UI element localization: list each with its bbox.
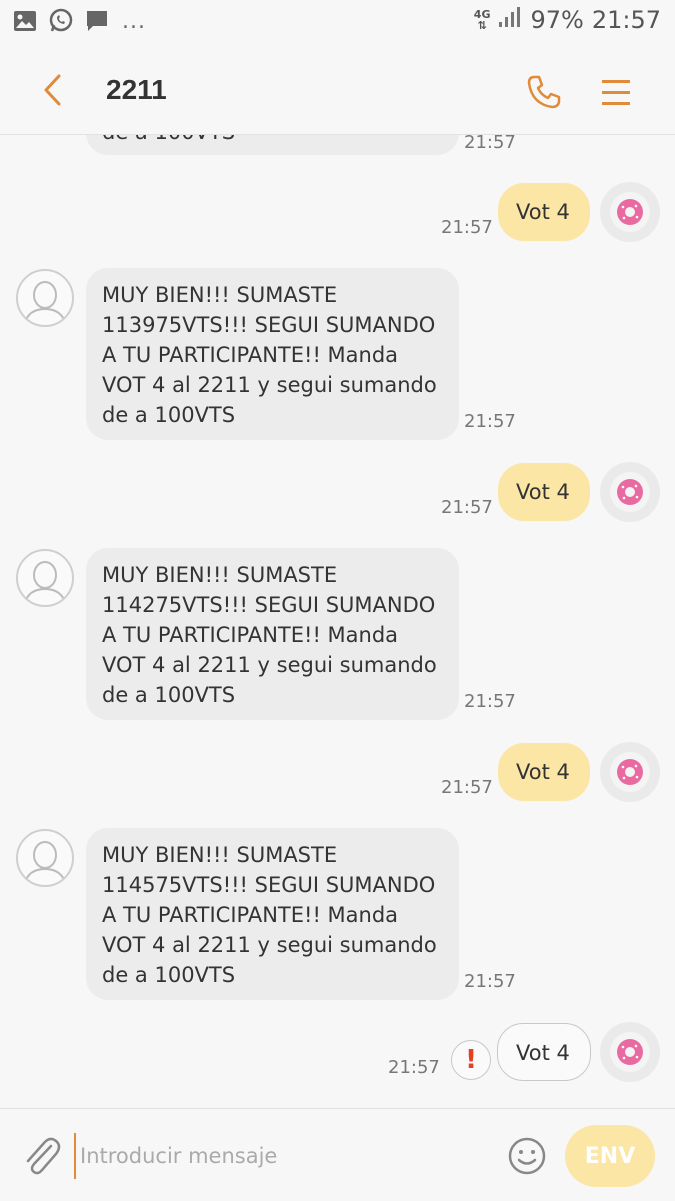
outgoing-message-bubble[interactable]: Vot 4 (498, 463, 590, 521)
donut-icon (610, 472, 650, 512)
message-line: VOT 4 al 2211 y segui sumando (102, 653, 437, 677)
paperclip-icon (26, 1137, 61, 1175)
message-time: 21:57 (464, 411, 516, 432)
message-line: 113975VTS!!! SEGUI SUMANDO (102, 313, 436, 337)
message-line: MUY BIEN!!! SUMASTE (102, 563, 338, 587)
emoji-button[interactable] (504, 1133, 550, 1179)
message-time: 21:57 (464, 971, 516, 992)
message-time: 21:57 (464, 691, 516, 712)
message-line: MUY BIEN!!! SUMASTE (102, 283, 338, 307)
message-icon (84, 8, 110, 34)
message-time: 21:57 (388, 1057, 440, 1078)
contact-avatar[interactable] (16, 269, 74, 327)
outgoing-message-bubble[interactable]: Vot 4 (498, 743, 590, 801)
clock: 21:57 (591, 6, 661, 34)
incoming-message-bubble[interactable]: MUY BIEN!!! SUMASTE 114575VTS!!! SEGUI S… (86, 828, 459, 1000)
call-button[interactable] (520, 68, 568, 116)
data-arrows-icon: ⇅ (477, 19, 487, 32)
message-text: Vot 4 (516, 760, 570, 784)
outgoing-message-bubble[interactable]: Vot 4 (498, 183, 590, 241)
person-icon (23, 281, 67, 325)
message-input[interactable] (74, 1133, 490, 1179)
message-time: 21:57 (464, 135, 516, 153)
message-line: MUY BIEN!!! SUMASTE (102, 843, 338, 867)
status-right: 4G ⇅ 97% 21:57 (474, 6, 661, 34)
message-line: VOT 4 al 2211 y segui sumando (102, 373, 437, 397)
outgoing-message-bubble[interactable]: Vot 4 (497, 1023, 591, 1081)
signal-icon (498, 6, 522, 34)
self-avatar (600, 462, 660, 522)
message-time: 21:57 (441, 777, 493, 798)
notification-icons: ... (12, 8, 146, 34)
status-bar: ... 4G ⇅ 97% 21:57 (0, 0, 675, 48)
donut-icon (610, 752, 650, 792)
message-line: 114575VTS!!! SEGUI SUMANDO (102, 873, 436, 897)
menu-button[interactable] (592, 68, 640, 116)
message-line: A TU PARTICIPANTE!! Manda (102, 903, 399, 927)
send-button[interactable]: ENV (565, 1125, 655, 1187)
message-line: de a 100VTS (102, 403, 236, 427)
message-line: 114275VTS!!! SEGUI SUMANDO (102, 593, 436, 617)
message-text: Vot 4 (516, 480, 570, 504)
contact-title: 2211 (106, 74, 167, 105)
phone-icon (527, 75, 561, 109)
message-time: 21:57 (441, 217, 493, 238)
network-indicator: 4G ⇅ (474, 9, 491, 31)
donut-icon (610, 1032, 650, 1072)
message-text: de a 100VTS (102, 135, 443, 147)
self-avatar (600, 742, 660, 802)
message-text: Vot 4 (516, 200, 570, 224)
message-line: A TU PARTICIPANTE!! Manda (102, 343, 399, 367)
smiley-icon (508, 1137, 546, 1175)
person-icon (23, 561, 67, 605)
notification-overflow: ... (122, 8, 146, 34)
contact-avatar[interactable] (16, 549, 74, 607)
message-list[interactable]: de a 100VTS 21:57 21:57 Vot 4 MUY BIEN!!… (0, 135, 675, 1108)
menu-icon (602, 80, 630, 105)
incoming-message-bubble[interactable]: MUY BIEN!!! SUMASTE 114275VTS!!! SEGUI S… (86, 548, 459, 720)
message-line: VOT 4 al 2211 y segui sumando (102, 933, 437, 957)
back-button[interactable] (30, 68, 74, 112)
conversation-header: 2211 (0, 48, 675, 135)
donut-icon (610, 192, 650, 232)
attach-button[interactable] (18, 1133, 64, 1179)
incoming-message-bubble[interactable]: MUY BIEN!!! SUMASTE 113975VTS!!! SEGUI S… (86, 268, 459, 440)
message-line: A TU PARTICIPANTE!! Manda (102, 623, 399, 647)
battery-label: 97% (530, 6, 584, 34)
self-avatar (600, 1022, 660, 1082)
message-composer: ENV (0, 1108, 675, 1201)
message-line: de a 100VTS (102, 963, 236, 987)
send-failed-button[interactable]: ! (451, 1040, 491, 1080)
whatsapp-icon (48, 8, 74, 34)
gallery-icon (12, 8, 38, 34)
message-text: Vot 4 (516, 1041, 570, 1065)
message-time: 21:57 (441, 497, 493, 518)
incoming-message-bubble[interactable]: de a 100VTS (86, 135, 459, 155)
back-arrow-icon (44, 74, 61, 106)
person-icon (23, 841, 67, 885)
message-line: de a 100VTS (102, 683, 236, 707)
self-avatar (600, 182, 660, 242)
contact-avatar[interactable] (16, 829, 74, 887)
